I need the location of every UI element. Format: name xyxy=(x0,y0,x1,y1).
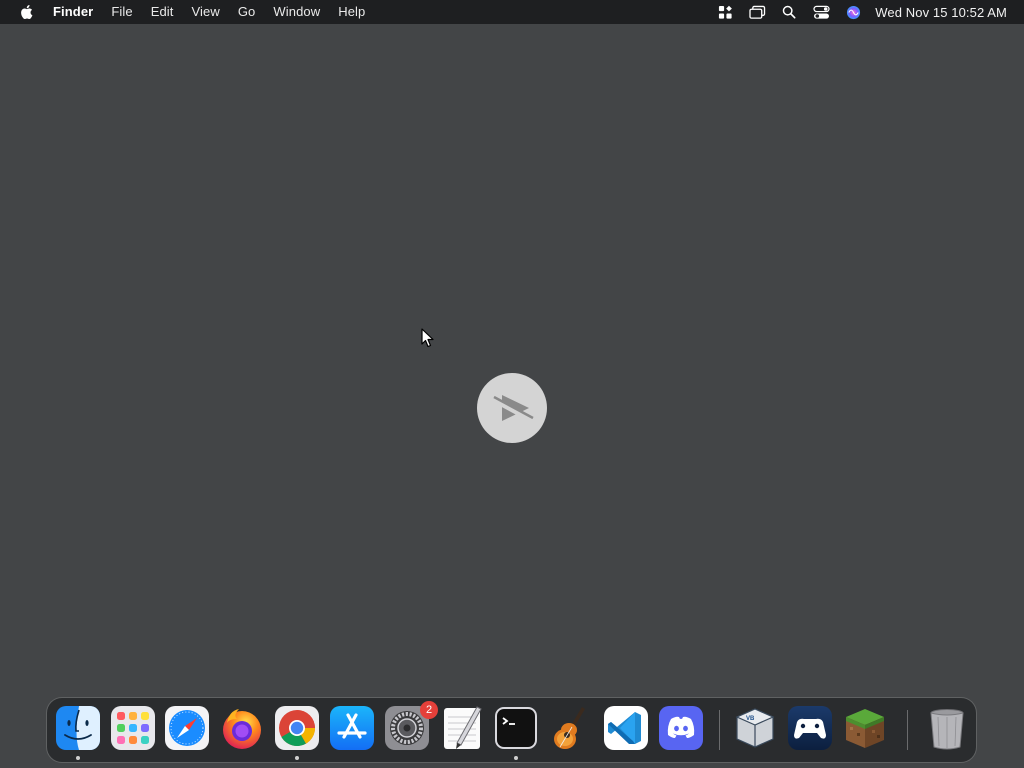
menu-window[interactable]: Window xyxy=(264,0,329,24)
dock-system-settings[interactable]: 2 xyxy=(384,701,438,751)
dock-steam-link[interactable] xyxy=(787,705,833,751)
minecraft-icon xyxy=(846,709,884,748)
garageband-icon xyxy=(554,707,585,749)
discord-icon xyxy=(659,706,703,750)
svg-text:VB: VB xyxy=(746,716,755,722)
firefox-icon xyxy=(223,709,261,749)
dock-app-store[interactable] xyxy=(329,705,375,751)
vscode-icon xyxy=(604,706,648,750)
screen-mirroring-icon[interactable] xyxy=(747,2,767,22)
chrome-icon xyxy=(275,706,319,750)
menu-app-finder[interactable]: Finder xyxy=(44,0,102,24)
terminal-icon xyxy=(495,707,537,749)
dock-terminal[interactable] xyxy=(493,705,539,760)
siri-icon[interactable] xyxy=(843,2,863,22)
safari-icon xyxy=(165,706,209,750)
dock-trash[interactable] xyxy=(924,705,970,751)
dock-safari[interactable] xyxy=(164,705,210,751)
notification-badge: 2 xyxy=(420,701,438,719)
running-indicator xyxy=(514,756,518,760)
virtualbox-icon: VB xyxy=(735,708,775,748)
menu-go[interactable]: Go xyxy=(229,0,265,24)
dock-chrome[interactable] xyxy=(274,705,320,760)
menu-help[interactable]: Help xyxy=(329,0,374,24)
desktop[interactable] xyxy=(0,24,1024,768)
arrow-cursor-icon xyxy=(421,328,434,348)
status-area: Wed Nov 15 10:52 AM xyxy=(709,0,1024,24)
textedit-icon xyxy=(444,706,482,749)
running-indicator xyxy=(76,756,80,760)
dock: 2 VB xyxy=(46,697,977,763)
dock-firefox[interactable] xyxy=(219,705,265,751)
launchpad-icon xyxy=(111,706,155,750)
menu-edit[interactable]: Edit xyxy=(142,0,183,24)
dock-launchpad[interactable] xyxy=(110,705,156,751)
menu-view[interactable]: View xyxy=(183,0,229,24)
dock-vscode[interactable] xyxy=(603,705,649,751)
dock-garageband[interactable] xyxy=(548,705,594,751)
menubar-clock[interactable]: Wed Nov 15 10:52 AM xyxy=(875,5,1007,20)
running-indicator xyxy=(295,756,299,760)
dock-virtualbox[interactable]: VB xyxy=(732,705,778,751)
control-center-widgets-icon[interactable] xyxy=(715,2,735,22)
gamepad-app-icon xyxy=(788,706,832,750)
app-store-icon xyxy=(330,706,374,750)
dock-separator xyxy=(719,710,720,750)
dock-finder[interactable] xyxy=(55,705,101,760)
media-play-disabled-icon xyxy=(477,373,547,443)
control-center-toggle-icon[interactable] xyxy=(811,2,831,22)
menu-bar: Finder File Edit View Go Window Help Wed… xyxy=(0,0,1024,24)
apple-logo-icon[interactable] xyxy=(17,3,35,21)
spotlight-search-icon[interactable] xyxy=(779,2,799,22)
trash-icon xyxy=(930,709,964,750)
menu-file[interactable]: File xyxy=(102,0,141,24)
dock-separator xyxy=(907,710,908,750)
dock-minecraft[interactable] xyxy=(842,705,888,751)
dock-textedit[interactable] xyxy=(439,705,485,751)
dock-discord[interactable] xyxy=(658,705,704,751)
finder-icon xyxy=(56,706,100,750)
